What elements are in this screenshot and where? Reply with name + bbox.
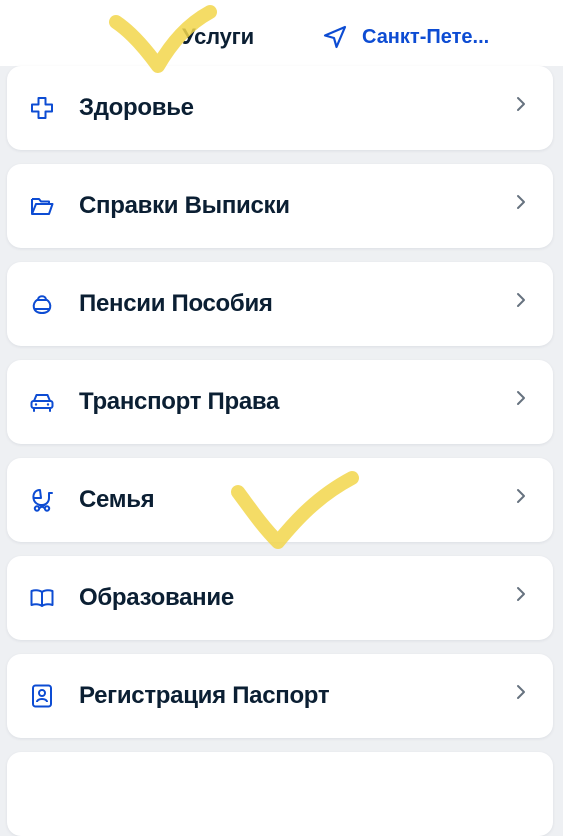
location-label: Санкт-Пете... <box>362 25 490 48</box>
chevron-right-icon <box>515 94 527 114</box>
service-item-education[interactable]: Образование <box>7 556 553 640</box>
chevron-right-icon <box>515 290 527 310</box>
top-header: Услуги Санкт-Пете... <box>0 0 563 66</box>
stroller-icon <box>29 487 55 513</box>
service-item-label: Пенсии Пособия <box>79 290 273 317</box>
chevron-right-icon <box>515 682 527 702</box>
chevron-right-icon <box>515 584 527 604</box>
page-title: Услуги <box>182 24 254 49</box>
plus-cross-icon <box>29 95 55 121</box>
chevron-right-icon <box>515 486 527 506</box>
service-item-health[interactable]: Здоровье <box>7 66 553 150</box>
car-icon <box>29 389 55 415</box>
location-arrow-icon <box>322 24 348 50</box>
service-item-label: Транспорт Права <box>79 388 280 415</box>
service-item-label: Образование <box>79 584 234 611</box>
chevron-right-icon <box>515 388 527 408</box>
open-book-icon <box>29 585 55 611</box>
service-item-partial[interactable] <box>7 752 553 836</box>
service-item-certificates[interactable]: Справки Выписки <box>7 164 553 248</box>
service-item-label: Семья <box>79 486 155 513</box>
location-selector[interactable]: Санкт-Пете... <box>322 24 489 50</box>
coin-purse-icon <box>29 291 55 317</box>
service-item-pensions[interactable]: Пенсии Пособия <box>7 262 553 346</box>
service-item-transport[interactable]: Транспорт Права <box>7 360 553 444</box>
service-item-label: Здоровье <box>79 94 194 121</box>
folder-icon <box>29 193 55 219</box>
service-item-registration[interactable]: Регистрация Паспорт <box>7 654 553 738</box>
service-item-family[interactable]: Семья <box>7 458 553 542</box>
passport-icon <box>29 683 55 709</box>
chevron-right-icon <box>515 192 527 212</box>
service-item-label: Регистрация Паспорт <box>79 682 330 709</box>
service-item-label: Справки Выписки <box>79 192 290 219</box>
